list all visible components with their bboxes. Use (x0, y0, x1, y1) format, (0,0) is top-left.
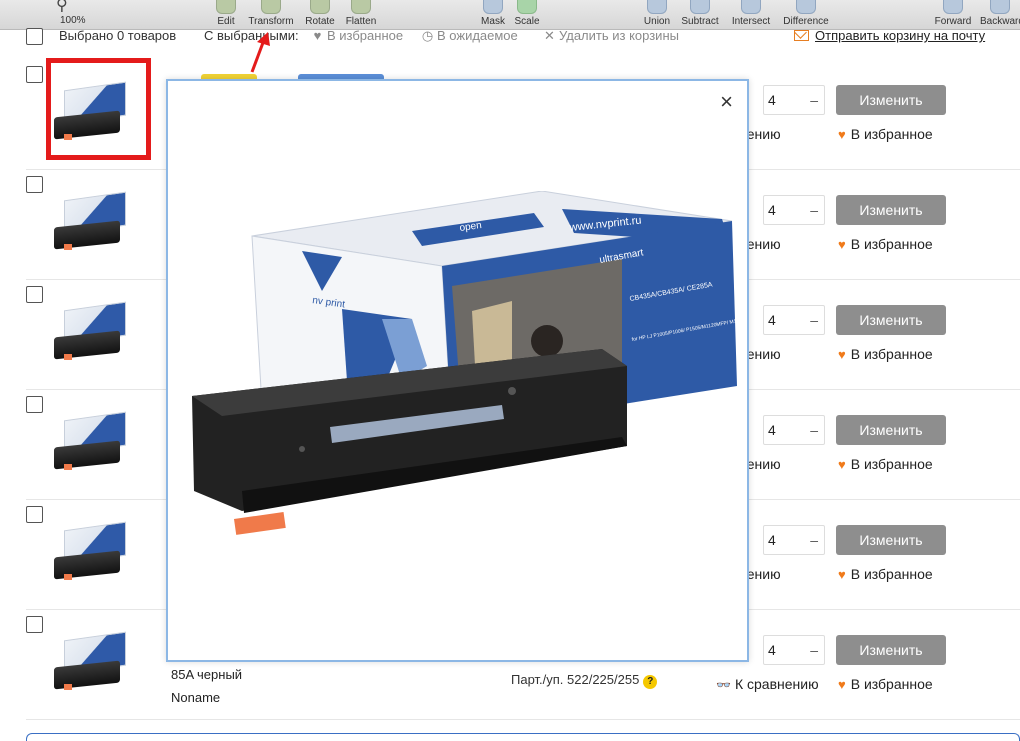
intersect-icon (741, 0, 761, 14)
quantity-stepper[interactable]: 4– (763, 525, 825, 555)
heart-icon: ♥ (838, 237, 846, 252)
mail-icon (794, 30, 809, 41)
subtract-button[interactable]: Subtract (677, 0, 723, 30)
bulk-waiting-action[interactable]: ◷ В ожидаемое (421, 28, 518, 44)
row-checkbox[interactable] (26, 66, 43, 83)
quantity-stepper[interactable]: 4– (763, 195, 825, 225)
favorite-link[interactable]: ♥ В избранное (838, 566, 933, 582)
product-thumbnail[interactable] (54, 521, 128, 586)
change-button[interactable]: Изменить (836, 635, 946, 665)
change-button[interactable]: Изменить (836, 85, 946, 115)
heart-icon: ♥ (838, 567, 846, 582)
subtract-icon (690, 0, 710, 14)
pack-info: Парт./уп. 522/225/255? (511, 672, 658, 689)
difference-button[interactable]: Difference (779, 0, 833, 30)
edit-button[interactable]: Edit (214, 0, 238, 30)
compare-link[interactable]: 👓 К сравнению (716, 676, 819, 692)
backward-button[interactable]: Backward (980, 0, 1020, 30)
quantity-stepper[interactable]: 4– (763, 305, 825, 335)
heart-icon: ♥ (313, 28, 322, 43)
next-section-border (26, 733, 1020, 741)
rotate-icon (310, 0, 330, 14)
intersect-button[interactable]: Intersect (728, 0, 774, 30)
glasses-icon: 👓 (716, 678, 731, 692)
product-brand: Noname (171, 690, 221, 705)
row-checkbox[interactable] (26, 286, 43, 303)
mask-button[interactable]: Mask (478, 0, 508, 30)
select-all-checkbox[interactable] (26, 28, 43, 45)
quantity-stepper[interactable]: 4– (763, 415, 825, 445)
row-checkbox[interactable] (26, 176, 43, 193)
zoom-level: 100% (60, 15, 86, 26)
clock-icon: ◷ (421, 28, 434, 43)
change-button[interactable]: Изменить (836, 415, 946, 445)
product-thumbnail[interactable] (54, 301, 128, 366)
product-name[interactable]: 85A черный (171, 667, 242, 682)
mask-icon (483, 0, 503, 14)
favorite-link[interactable]: ♥ В избранное (838, 456, 933, 472)
product-image: www.nvprint.ru open nv print ultrasmart … (192, 191, 742, 535)
page: ⚲ 100% Edit Transform Rotate Flatten Mas… (0, 0, 1020, 741)
close-icon[interactable]: × (720, 91, 733, 113)
forward-icon (943, 0, 963, 14)
help-icon[interactable]: ? (643, 675, 658, 689)
zoom-icon[interactable]: ⚲ (56, 0, 68, 15)
difference-icon (796, 0, 816, 14)
favorite-link[interactable]: ♥ В избранное (838, 676, 933, 692)
backward-icon (990, 0, 1010, 14)
heart-icon: ♥ (838, 677, 846, 692)
favorite-link[interactable]: ♥ В избранное (838, 126, 933, 142)
thumbnail-highlight (46, 58, 151, 160)
flatten-button[interactable]: Flatten (342, 0, 380, 30)
quantity-stepper[interactable]: 4– (763, 635, 825, 665)
heart-icon: ♥ (838, 127, 846, 142)
quantity-stepper[interactable]: 4– (763, 85, 825, 115)
row-checkbox[interactable] (26, 396, 43, 413)
product-thumbnail[interactable] (54, 411, 128, 476)
union-icon (647, 0, 667, 14)
heart-icon: ♥ (838, 457, 846, 472)
bulk-remove-action[interactable]: ✕ Удалить из корзины (543, 28, 679, 44)
edit-icon (216, 0, 236, 14)
row-checkbox[interactable] (26, 506, 43, 523)
selected-count: Выбрано 0 товаров (59, 28, 177, 43)
close-icon: ✕ (544, 28, 555, 43)
scale-button[interactable]: Scale (512, 0, 542, 30)
change-button[interactable]: Изменить (836, 525, 946, 555)
bulk-favorites-action[interactable]: ♥ В избранное (311, 28, 403, 43)
rotate-button[interactable]: Rotate (303, 0, 337, 30)
row-checkbox[interactable] (26, 616, 43, 633)
product-thumbnail[interactable] (54, 631, 128, 696)
selection-bar: Выбрано 0 товаров С выбранными: ♥ В избра… (26, 28, 1020, 46)
transform-button[interactable]: Transform (244, 0, 298, 30)
forward-button[interactable]: Forward (932, 0, 974, 30)
favorite-link[interactable]: ♥ В избранное (838, 346, 933, 362)
image-preview-modal: × www.nvprint.ru open nv print ultrasmar… (166, 79, 749, 662)
change-button[interactable]: Изменить (836, 195, 946, 225)
scale-icon (517, 0, 537, 14)
flatten-icon (351, 0, 371, 14)
transform-icon (261, 0, 281, 14)
favorite-link[interactable]: ♥ В избранное (838, 236, 933, 252)
change-button[interactable]: Изменить (836, 305, 946, 335)
heart-icon: ♥ (838, 347, 846, 362)
app-toolbar: ⚲ 100% Edit Transform Rotate Flatten Mas… (0, 0, 1020, 30)
union-button[interactable]: Union (641, 0, 673, 30)
send-cart-link[interactable]: Отправить корзину на почту (794, 28, 985, 43)
product-thumbnail[interactable] (54, 191, 128, 256)
annotation-arrow-icon (250, 32, 270, 73)
